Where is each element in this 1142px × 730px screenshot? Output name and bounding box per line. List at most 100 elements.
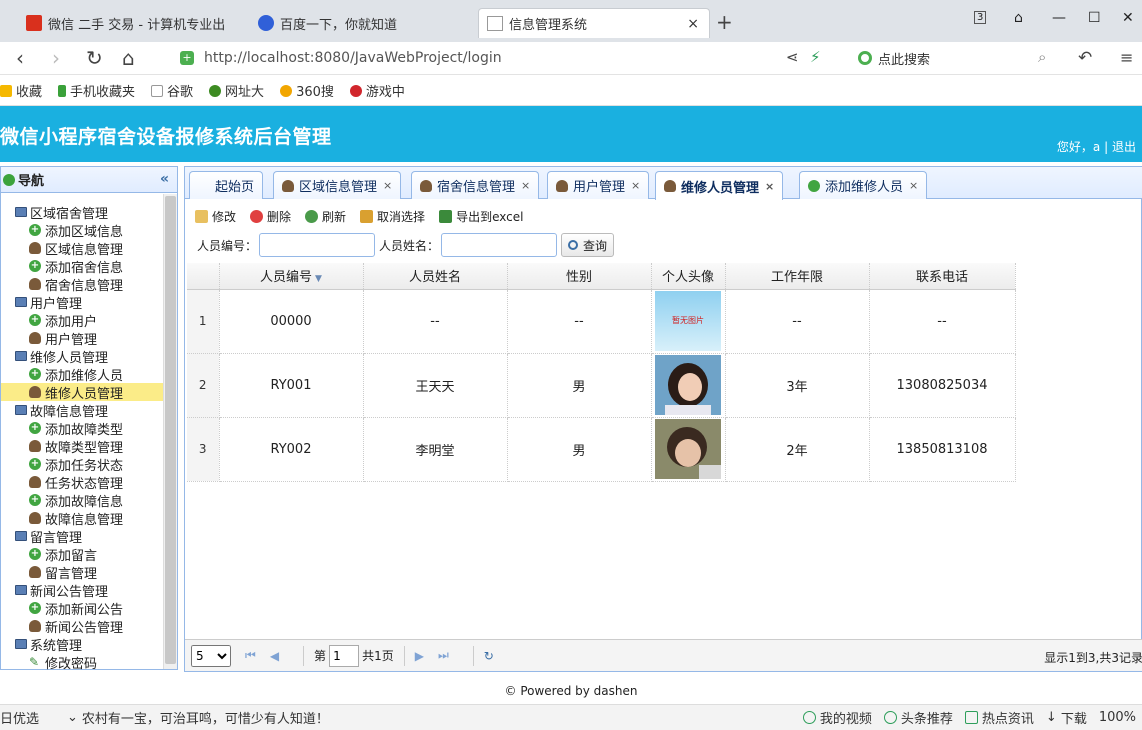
browser-tab-active[interactable]: 信息管理系统 ×: [478, 8, 710, 38]
bookmark-mobile[interactable]: 手机收藏夹: [58, 81, 135, 100]
sidebar-item[interactable]: 维修人员管理: [1, 383, 164, 402]
staff-id-input[interactable]: [259, 233, 376, 257]
reload-grid-icon[interactable]: ↻: [484, 649, 494, 663]
table-row[interactable]: 2 RY001 王天天 男 3年 13080825034: [187, 353, 1016, 418]
sidebar-item[interactable]: + 添加故障类型: [1, 419, 164, 438]
content-tab[interactable]: 用户管理 ×: [547, 171, 650, 199]
sidebar-group[interactable]: 用户管理: [1, 293, 164, 312]
prev-page-icon[interactable]: ◀: [270, 649, 279, 663]
status-hotnews[interactable]: 热点资讯: [964, 708, 1034, 727]
search-box[interactable]: 点此搜索: [858, 46, 1058, 70]
minimize-icon[interactable]: —: [1052, 10, 1066, 26]
bookmark-360[interactable]: 360搜: [280, 81, 334, 100]
table-row[interactable]: 3 RY002 李明堂 男 2年 13850813108: [187, 417, 1016, 482]
status-download[interactable]: ↓ 下载: [1046, 708, 1087, 727]
close-tab-icon[interactable]: ×: [631, 179, 640, 192]
close-tab-icon[interactable]: ×: [687, 16, 699, 32]
column-header-years[interactable]: 工作年限: [725, 263, 870, 290]
new-tab-button[interactable]: +: [716, 10, 733, 34]
content-tab[interactable]: 添加维修人员 ×: [799, 171, 928, 199]
sidebar-group[interactable]: 系统管理: [1, 635, 164, 654]
next-page-icon[interactable]: ▶: [415, 649, 424, 663]
sidebar-group[interactable]: 区域宿舍管理: [1, 203, 164, 222]
column-header-id[interactable]: 人员编号 ▼: [219, 263, 364, 290]
sidebar-item[interactable]: 宿舍信息管理: [1, 275, 164, 294]
sidebar-item[interactable]: + 添加新闻公告: [1, 599, 164, 618]
bookmark-sites[interactable]: 网址大: [209, 81, 264, 100]
news-ticker[interactable]: ⌄ 农村有一宝，可治耳鸣，可惜少有人知道！: [67, 708, 329, 727]
close-tab-icon[interactable]: ×: [765, 180, 774, 193]
sidebar-item[interactable]: + 添加维修人员: [1, 365, 164, 384]
user-icon: [29, 620, 41, 632]
sidebar-item[interactable]: 用户管理: [1, 329, 164, 348]
sidebar-group[interactable]: 新闻公告管理: [1, 581, 164, 600]
status-left-label[interactable]: 日优选: [0, 708, 39, 727]
forward-icon[interactable]: ›: [52, 46, 60, 70]
column-header-photo[interactable]: 个人头像: [651, 263, 726, 290]
sidebar-item[interactable]: + 添加宿舍信息: [1, 257, 164, 276]
scrollbar-thumb[interactable]: [165, 196, 176, 664]
content-tab[interactable]: 宿舍信息管理 ×: [411, 171, 540, 199]
shirt-skin-icon[interactable]: ⌂: [1014, 10, 1023, 26]
sidebar-item[interactable]: 故障类型管理: [1, 437, 164, 456]
last-page-icon[interactable]: ⏭: [438, 648, 449, 663]
bookmark-games[interactable]: 游戏中: [349, 81, 405, 100]
back-icon[interactable]: ‹: [16, 46, 24, 70]
content-tab[interactable]: 区域信息管理 ×: [273, 171, 402, 199]
home-icon[interactable]: ⌂: [122, 46, 135, 70]
collapse-sidebar-icon[interactable]: «: [160, 171, 169, 187]
column-header-phone[interactable]: 联系电话: [869, 263, 1016, 290]
first-page-icon[interactable]: ⏮: [245, 648, 256, 663]
unselect-button[interactable]: 取消选择: [360, 208, 425, 225]
sidebar-group[interactable]: 故障信息管理: [1, 401, 164, 420]
edit-button[interactable]: 修改: [195, 208, 236, 225]
share-icon[interactable]: ⋖: [786, 48, 799, 66]
bookmark-favorites[interactable]: 收藏: [0, 81, 42, 100]
table-row[interactable]: 1 00000 -- -- 暂无图片 -- --: [187, 289, 1016, 354]
sidebar-scrollbar[interactable]: [163, 194, 177, 669]
magnifier-icon[interactable]: ⌕: [1038, 48, 1046, 66]
sidebar-group[interactable]: 维修人员管理: [1, 347, 164, 366]
refresh-button[interactable]: 刷新: [305, 208, 346, 225]
close-tab-icon[interactable]: ×: [383, 179, 392, 192]
sidebar-item[interactable]: + 添加故障信息: [1, 491, 164, 510]
sidebar-item[interactable]: 新闻公告管理: [1, 617, 164, 636]
sidebar-item[interactable]: + 添加用户: [1, 311, 164, 330]
sidebar-item[interactable]: + 添加任务状态: [1, 455, 164, 474]
page-number-input[interactable]: [329, 644, 360, 667]
delete-button[interactable]: 删除: [250, 208, 291, 225]
close-tab-icon[interactable]: ×: [909, 179, 918, 192]
sidebar-item[interactable]: 区域信息管理: [1, 239, 164, 258]
browser-tab-baidu[interactable]: 百度一下，你就知道: [250, 8, 470, 38]
sidebar-item[interactable]: ✎ 修改密码: [1, 653, 164, 672]
status-video[interactable]: 我的视频: [802, 708, 872, 727]
column-header-gender[interactable]: 性别: [507, 263, 652, 290]
tab-count-badge[interactable]: 3: [974, 11, 987, 24]
zoom-level[interactable]: 100%: [1099, 710, 1136, 725]
sidebar-item[interactable]: 故障信息管理: [1, 509, 164, 528]
status-headlines[interactable]: 头条推荐: [883, 708, 953, 727]
reload-icon[interactable]: ↻: [86, 46, 103, 70]
logout-link[interactable]: 退出: [1112, 140, 1136, 154]
export-excel-button[interactable]: 导出到excel: [439, 208, 523, 225]
menu-icon[interactable]: ≡: [1120, 48, 1133, 67]
column-header-name[interactable]: 人员姓名: [363, 263, 508, 290]
content-tab[interactable]: 维修人员管理 ×: [655, 171, 784, 200]
sidebar-item[interactable]: + 添加区域信息: [1, 221, 164, 240]
sidebar-item[interactable]: 任务状态管理: [1, 473, 164, 492]
query-button[interactable]: 查询: [561, 233, 615, 257]
sidebar-item[interactable]: + 添加留言: [1, 545, 164, 564]
staff-name-input[interactable]: [441, 233, 558, 257]
browser-tab-wechat[interactable]: 微信 二手 交易 - 计算机专业出: [18, 8, 238, 38]
close-tab-icon[interactable]: ×: [521, 179, 530, 192]
sidebar-group[interactable]: 留言管理: [1, 527, 164, 546]
page-size-select[interactable]: 5: [191, 644, 231, 667]
content-tab[interactable]: 起始页: [189, 171, 264, 199]
close-window-icon[interactable]: ✕: [1122, 10, 1134, 26]
maximize-icon[interactable]: ☐: [1088, 10, 1101, 26]
lightning-icon[interactable]: ⚡: [810, 48, 821, 66]
bookmark-google[interactable]: 谷歌: [151, 81, 193, 100]
sidebar-item[interactable]: 留言管理: [1, 563, 164, 582]
undo-icon[interactable]: ↶: [1078, 48, 1092, 68]
url-input[interactable]: [204, 50, 764, 66]
